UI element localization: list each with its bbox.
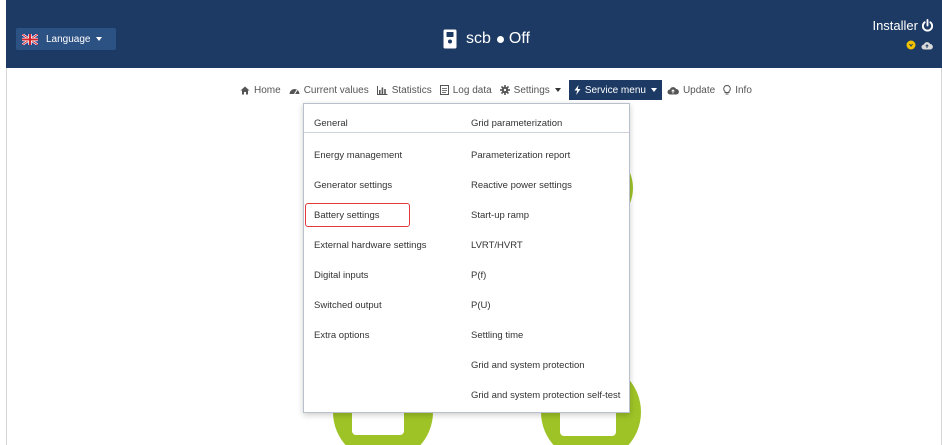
gear-icon xyxy=(499,85,510,95)
home-icon xyxy=(240,86,250,94)
nav-log-data-label: Log data xyxy=(452,84,492,96)
nav-home[interactable]: Home xyxy=(240,80,281,100)
menu-item-digital-inputs[interactable]: Digital inputs xyxy=(314,270,368,281)
nav-info[interactable]: Info xyxy=(723,80,752,100)
menu-item-switched-output[interactable]: Switched output xyxy=(314,300,382,311)
bar-chart-icon xyxy=(376,85,388,95)
menu-item-parameterization-report[interactable]: Parameterization report xyxy=(471,150,570,161)
nav-update[interactable]: Update xyxy=(667,80,715,100)
menu-item-grid-and-system-protection-self-test[interactable]: Grid and system protection self-test xyxy=(471,390,620,401)
chevron-down-icon xyxy=(650,88,657,92)
lightning-icon xyxy=(574,85,581,95)
top-header-bar: Language scb Off Installer xyxy=(6,0,942,68)
gauge-icon xyxy=(289,88,300,94)
nav-settings[interactable]: Settings xyxy=(499,80,561,100)
language-dropdown-button[interactable]: Language xyxy=(16,28,116,50)
power-icon[interactable] xyxy=(921,19,934,32)
highlight-box-battery-settings xyxy=(305,203,410,227)
menu-item-grid-and-system-protection[interactable]: Grid and system protection xyxy=(471,360,585,371)
menu-item-lvrt-hvrt[interactable]: LVRT/HVRT xyxy=(471,240,523,251)
nav-current-values[interactable]: Current values xyxy=(289,80,369,100)
lightbulb-status-icon xyxy=(906,40,916,50)
menu-item-extra-options[interactable]: Extra options xyxy=(314,330,369,341)
menu-item-external-hardware-settings[interactable]: External hardware settings xyxy=(314,240,426,251)
chevron-down-icon xyxy=(95,37,102,41)
document-icon xyxy=(439,85,449,95)
cloud-upload-icon xyxy=(667,86,679,94)
menu-item-settling-time[interactable]: Settling time xyxy=(471,330,523,341)
device-name: scb xyxy=(466,30,491,47)
nav-update-label: Update xyxy=(682,84,716,96)
nav-settings-label: Settings xyxy=(513,84,550,96)
lightbulb-icon xyxy=(723,85,731,95)
nav-service-menu[interactable]: Service menu xyxy=(568,80,662,100)
nav-service-menu-label: Service menu xyxy=(584,84,646,96)
status-indicators xyxy=(906,40,933,50)
user-label: Installer xyxy=(872,18,918,33)
inverter-device-icon xyxy=(443,29,457,49)
menu-item-p-u[interactable]: P(U) xyxy=(471,300,491,311)
nav-statistics[interactable]: Statistics xyxy=(376,80,432,100)
nav-home-label: Home xyxy=(254,84,281,96)
nav-info-label: Info xyxy=(735,84,752,96)
menu-item-reactive-power-settings[interactable]: Reactive power settings xyxy=(471,180,572,191)
service-menu-dropdown: General Grid parameterization Energy man… xyxy=(303,103,630,413)
nav-statistics-label: Statistics xyxy=(391,84,432,96)
language-label: Language xyxy=(46,33,91,45)
dropdown-column-headers: General Grid parameterization xyxy=(304,104,629,133)
menu-item-p-f[interactable]: P(f) xyxy=(471,270,486,281)
nav-current-values-label: Current values xyxy=(303,84,369,96)
main-navigation: Home Current values Statistics Log data … xyxy=(240,80,760,100)
nav-log-data[interactable]: Log data xyxy=(439,80,492,100)
user-menu[interactable]: Installer xyxy=(872,18,934,33)
status-dot-icon xyxy=(496,35,504,43)
cloud-status-icon xyxy=(921,41,933,49)
uk-flag-icon xyxy=(22,33,38,45)
menu-item-energy-management[interactable]: Energy management xyxy=(314,150,402,161)
grid-parameterization-heading: Grid parameterization xyxy=(471,118,563,129)
menu-item-generator-settings[interactable]: Generator settings xyxy=(314,180,392,191)
device-status-title: scb Off xyxy=(443,27,530,51)
chevron-down-icon xyxy=(554,88,561,92)
device-status: Off xyxy=(508,30,530,47)
menu-item-start-up-ramp[interactable]: Start-up ramp xyxy=(471,210,529,221)
general-heading: General xyxy=(314,118,348,129)
